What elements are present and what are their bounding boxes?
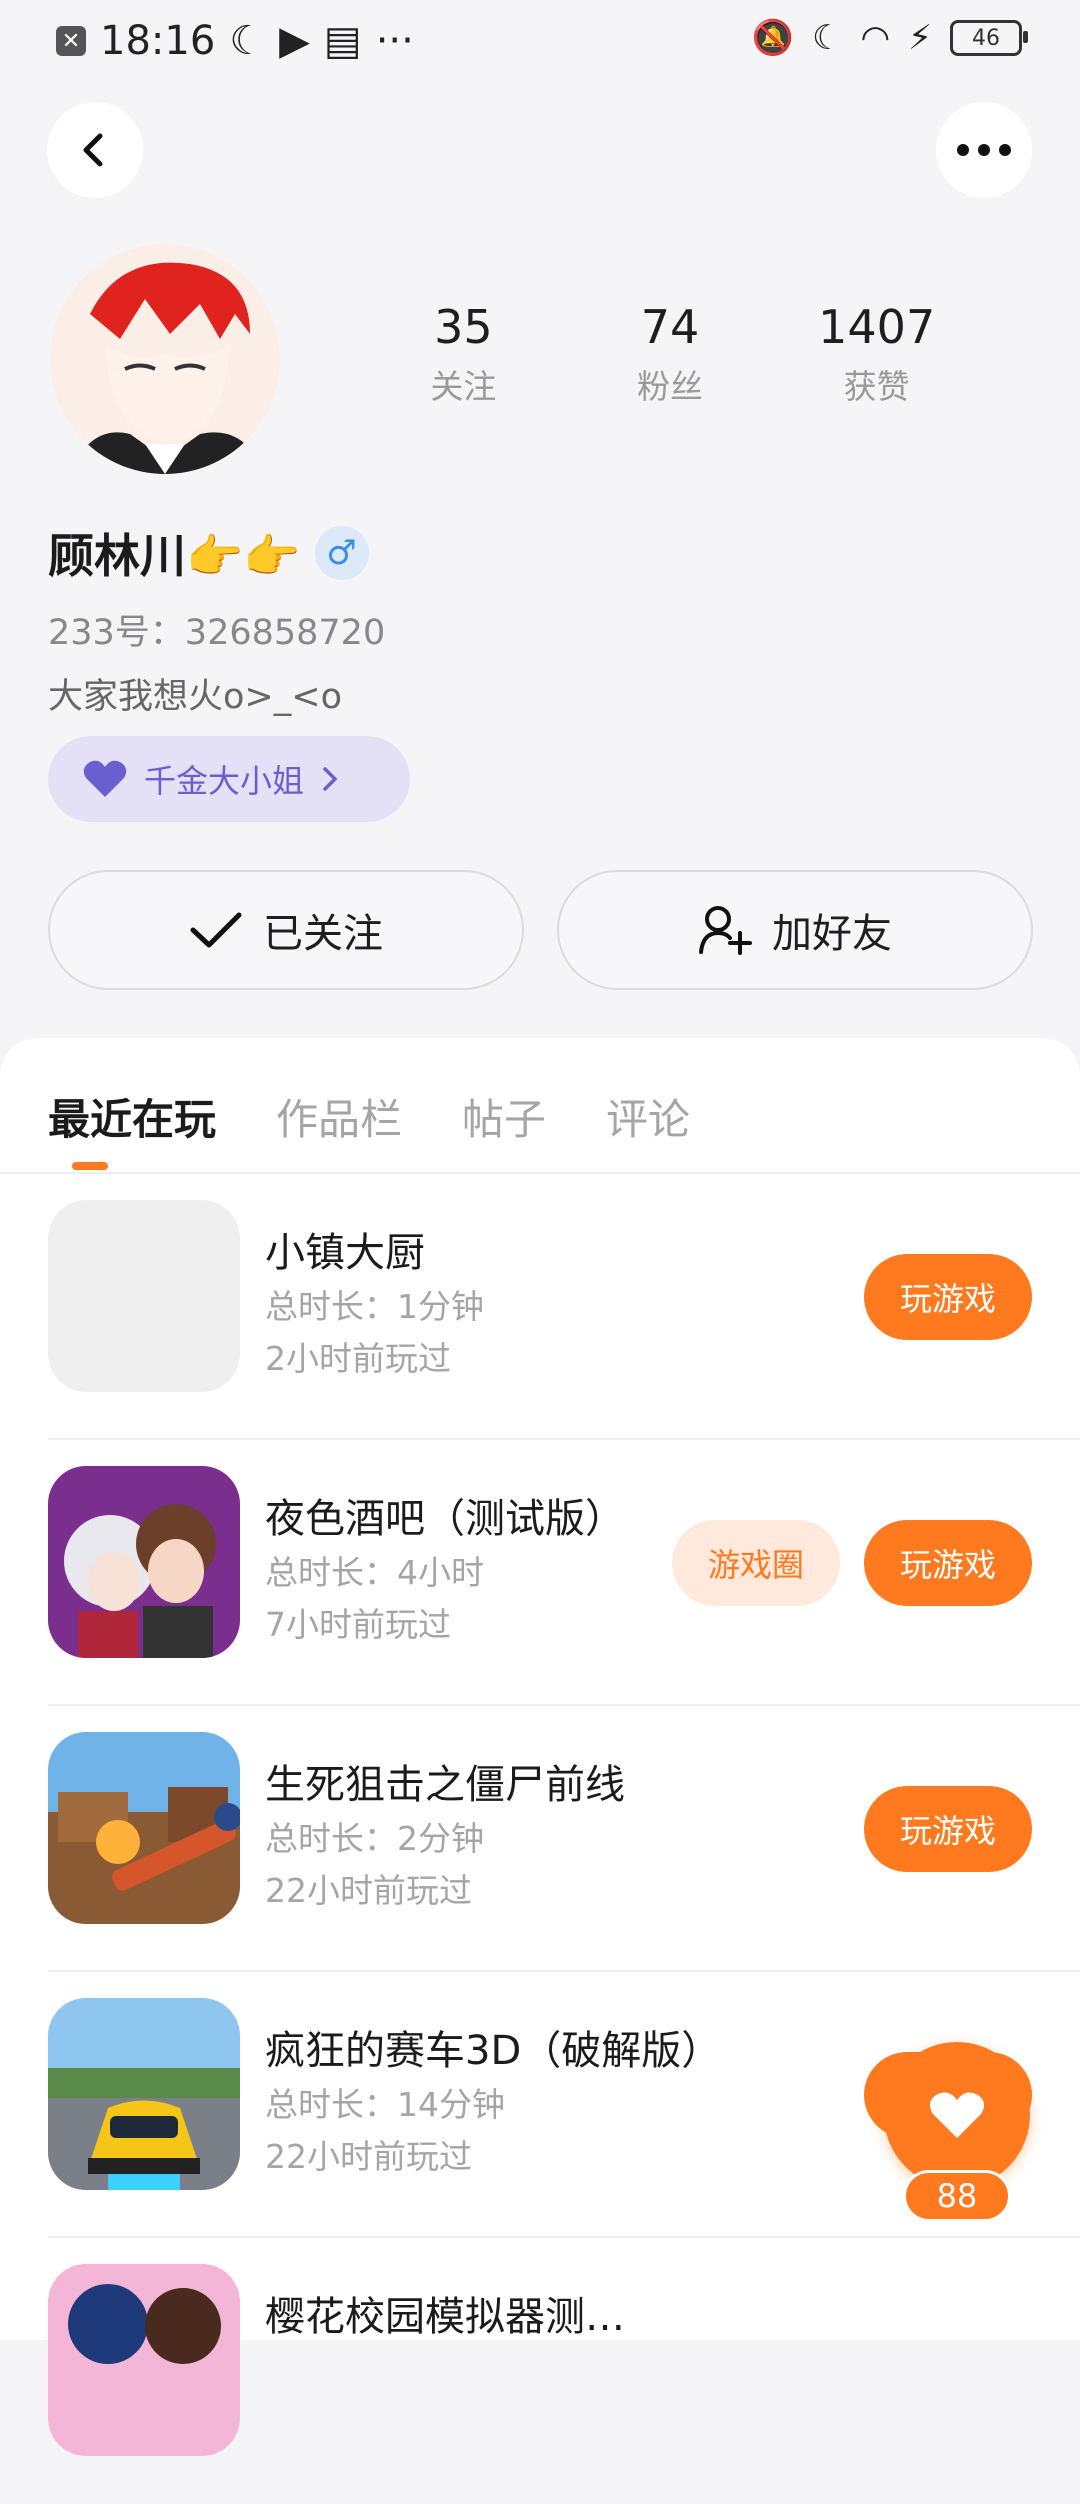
- game-last-played: 7小时前玩过: [265, 1605, 451, 1644]
- user-bio: 大家我想火o>_<o: [48, 677, 342, 717]
- game-list-item[interactable]: 夜色酒吧（测试版） 总时长：4小时 7小时前玩过 游戏圈 玩游戏: [0, 1440, 1080, 1706]
- game-icon: [48, 1998, 240, 2190]
- game-last-played: 2小时前玩过: [265, 1339, 451, 1378]
- back-button[interactable]: [47, 102, 143, 198]
- game-icon-placeholder: [48, 1200, 240, 1392]
- heart-icon: [929, 2092, 985, 2138]
- game-title: 樱花校园模拟器测…: [265, 2294, 625, 2340]
- stat-label: 关注: [430, 367, 497, 406]
- stat-label: 获赞: [843, 367, 910, 406]
- wifi-icon: ◠: [860, 18, 891, 58]
- battery-indicator: 46: [950, 20, 1028, 56]
- add-friend-label: 加好友: [772, 911, 892, 957]
- chevron-right-icon: [323, 767, 338, 791]
- following-label: 已关注: [263, 911, 383, 957]
- game-duration: 总时长：14分钟: [265, 2085, 505, 2124]
- game-duration: 总时长：2分钟: [265, 1819, 484, 1858]
- game-icon: [48, 2264, 240, 2456]
- tab-recently-played[interactable]: 最近在玩: [48, 1086, 216, 1147]
- shooter-game-image: [48, 1732, 240, 1924]
- moon-icon: ☾: [811, 18, 843, 58]
- notification-close-icon: ✕: [56, 26, 86, 56]
- tab-posts[interactable]: 帖子: [462, 1086, 546, 1147]
- play-icon: ▶: [279, 18, 310, 64]
- stat-value: 1407: [818, 300, 936, 354]
- following-button[interactable]: 已关注: [48, 870, 524, 990]
- game-list-item[interactable]: 樱花校园模拟器测…: [0, 2238, 1080, 2504]
- stat-value: 35: [434, 300, 493, 354]
- profile-stats: 35 关注 74 粉丝 1407 获赞: [360, 300, 980, 408]
- more-options-button[interactable]: [936, 102, 1032, 198]
- game-icon: [48, 1466, 240, 1658]
- anime-school-image: [48, 2264, 240, 2456]
- game-title: 生死狙击之僵尸前线: [265, 1762, 625, 1808]
- name-row: 顾林川👉👉 ♂: [48, 520, 369, 586]
- title-badge[interactable]: 千金大小姐: [48, 736, 410, 822]
- stat-likes[interactable]: 1407 获赞: [773, 300, 980, 408]
- game-list-item[interactable]: 小镇大厨 总时长：1分钟 2小时前玩过 玩游戏: [0, 1174, 1080, 1440]
- play-game-button[interactable]: 玩游戏: [864, 1520, 1032, 1606]
- male-gender-icon: ♂: [314, 526, 369, 580]
- like-count: 88: [903, 2170, 1011, 2222]
- play-game-button[interactable]: 玩游戏: [864, 1254, 1032, 1340]
- tab-bar: 最近在玩 作品栏 帖子 评论: [48, 1086, 690, 1147]
- stat-label: 粉丝: [637, 367, 703, 406]
- game-icon: [48, 1732, 240, 1924]
- back-arrow-icon: [83, 133, 103, 167]
- game-duration: 总时长：4小时: [265, 1553, 484, 1592]
- game-duration: 总时长：1分钟: [265, 1287, 484, 1326]
- tab-works[interactable]: 作品栏: [276, 1086, 402, 1147]
- avatar[interactable]: [50, 244, 280, 474]
- stat-fans[interactable]: 74 粉丝: [567, 300, 774, 408]
- status-time: 18:16: [100, 18, 216, 64]
- badge-label: 千金大小姐: [144, 762, 305, 800]
- active-tab-indicator: [72, 1162, 108, 1170]
- user-name: 顾林川👉👉: [48, 529, 301, 583]
- charging-icon: ⚡: [908, 18, 932, 58]
- game-last-played: 22小时前玩过: [265, 1871, 472, 1910]
- game-title: 夜色酒吧（测试版）: [265, 1496, 625, 1542]
- tab-comments[interactable]: 评论: [606, 1086, 690, 1147]
- more-status-icon: ···: [375, 18, 414, 64]
- status-bar: ✕ 18:16 ☾ ▶ ▤ ··· 🔕 ☾ ◠ ⚡ 46: [0, 0, 1080, 84]
- avatar-illustration: [50, 244, 280, 474]
- game-title: 疯狂的赛车3D（破解版）: [265, 2028, 722, 2074]
- like-button[interactable]: [884, 2042, 1030, 2188]
- stat-following[interactable]: 35 关注: [360, 300, 567, 408]
- stat-value: 74: [640, 300, 700, 354]
- moon-icon: ☾: [229, 18, 266, 64]
- add-friend-button[interactable]: 加好友: [557, 870, 1033, 990]
- game-list-item[interactable]: 生死狙击之僵尸前线 总时长：2分钟 22小时前玩过 玩游戏: [0, 1706, 1080, 1972]
- game-last-played: 22小时前玩过: [265, 2137, 472, 2176]
- anime-couple-image: [48, 1466, 240, 1658]
- checkmark-icon: [190, 912, 242, 948]
- play-game-button[interactable]: 玩游戏: [864, 1786, 1032, 1872]
- game-circle-button[interactable]: 游戏圈: [672, 1520, 840, 1606]
- mute-bell-icon: 🔕: [751, 18, 794, 58]
- heart-icon: [83, 760, 127, 797]
- user-id: 233号：326858720: [48, 613, 386, 653]
- ellipsis-icon: [957, 144, 1011, 156]
- game-title: 小镇大厨: [265, 1230, 425, 1276]
- racing-car-image: [48, 1998, 240, 2190]
- add-user-icon: [699, 906, 752, 955]
- document-icon: ▤: [323, 18, 362, 64]
